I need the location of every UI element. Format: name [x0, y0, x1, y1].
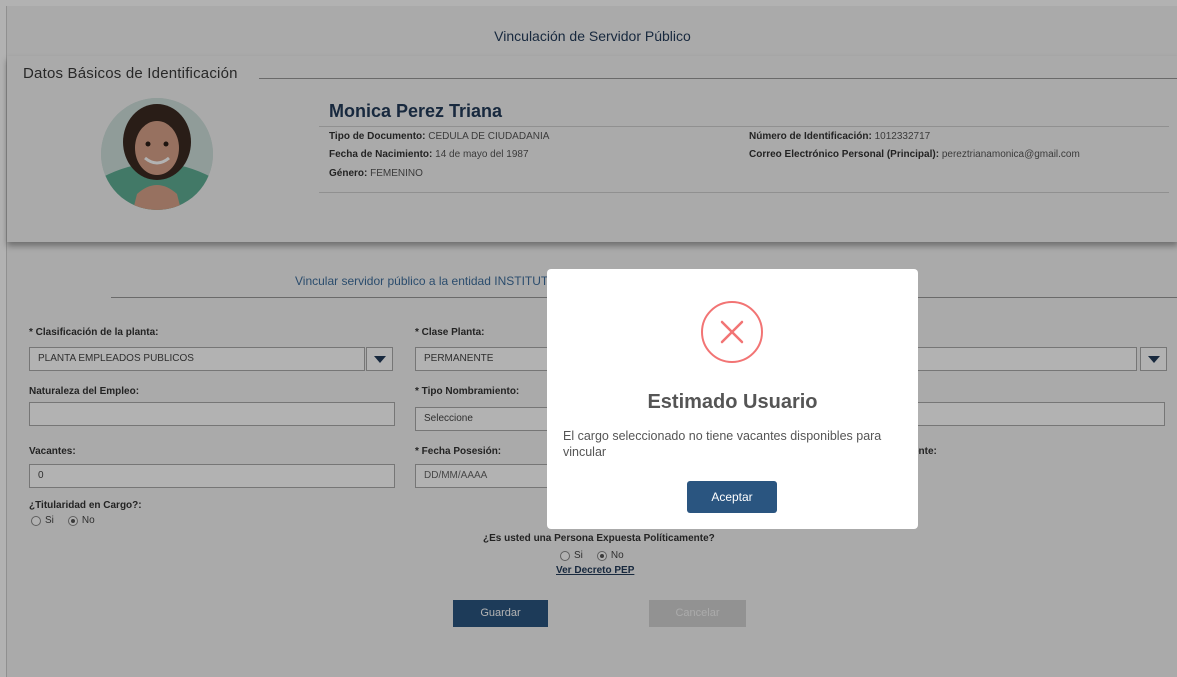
alert-dialog: Estimado Usuario El cargo seleccionado n… — [547, 269, 918, 529]
close-x-icon — [720, 320, 744, 344]
page: Vinculación de Servidor Público Datos Bá… — [0, 0, 1177, 677]
dialog-message: El cargo seleccionado no tiene vacantes … — [563, 429, 882, 459]
accept-button[interactable]: Aceptar — [687, 481, 777, 513]
dialog-title: Estimado Usuario — [647, 391, 818, 413]
error-icon — [701, 301, 763, 363]
